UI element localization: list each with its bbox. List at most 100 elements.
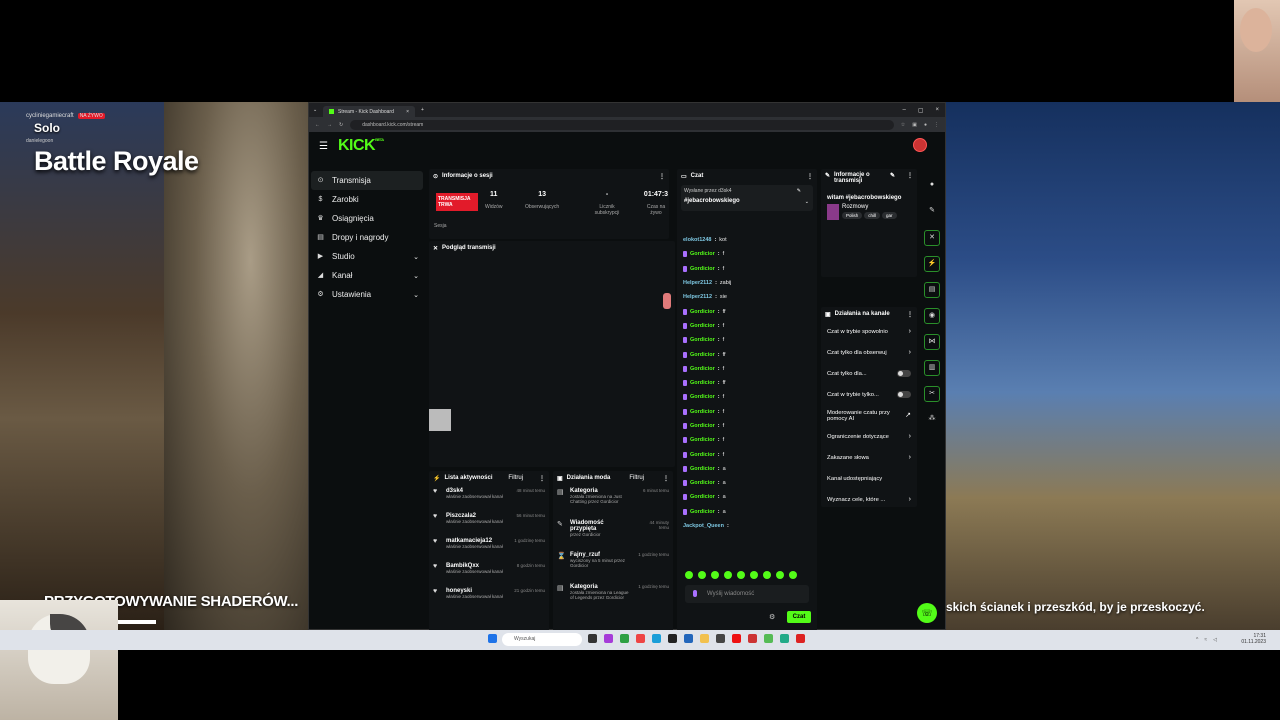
start-icon[interactable] bbox=[488, 634, 497, 643]
sidebar-item-dropy[interactable]: ▤ Dropy i nagrody bbox=[311, 228, 423, 247]
edit-icon[interactable]: ✎ bbox=[890, 172, 895, 179]
emote[interactable] bbox=[776, 571, 784, 579]
wifi-icon[interactable]: ≈ bbox=[1204, 637, 1207, 643]
action-restrictions[interactable]: Ograniczenie dotyczące › bbox=[821, 426, 917, 447]
printer-icon[interactable]: ▥ bbox=[924, 360, 940, 376]
sidebar-item-ustawienia[interactable]: ⚙ Ustawienia ⌄ bbox=[311, 285, 423, 304]
pin-icon[interactable]: ✎ bbox=[797, 188, 801, 194]
app-icon[interactable] bbox=[668, 634, 677, 643]
volume-icon[interactable]: ◁ bbox=[1213, 637, 1217, 643]
app-icon[interactable] bbox=[620, 634, 629, 643]
emote[interactable] bbox=[724, 571, 732, 579]
chat-username[interactable]: Gordicior bbox=[690, 466, 715, 472]
chat-username[interactable]: Gordicior bbox=[690, 251, 715, 257]
chat-username[interactable]: Gordicior bbox=[690, 494, 715, 500]
more-icon[interactable]: ⋮ bbox=[663, 475, 669, 482]
chat-username[interactable]: Gordicior bbox=[690, 423, 715, 429]
app-icon[interactable] bbox=[604, 634, 613, 643]
bookmark-star-icon[interactable]: ☆ bbox=[901, 122, 905, 128]
sidebar-item-kanal[interactable]: ◢ Kanał ⌄ bbox=[311, 266, 423, 285]
chat-username[interactable]: Helper2112 bbox=[683, 280, 712, 286]
profile-icon[interactable]: ● bbox=[924, 122, 927, 128]
chat-username[interactable]: Gordicior bbox=[690, 266, 715, 272]
extensions-icon[interactable]: ▣ bbox=[912, 122, 917, 128]
filter-button[interactable]: Filtruj bbox=[629, 475, 644, 481]
close-tab-icon[interactable]: × bbox=[406, 109, 409, 115]
chat-username[interactable]: Gordicior bbox=[690, 337, 715, 343]
app-icon[interactable] bbox=[716, 634, 725, 643]
emote[interactable] bbox=[711, 571, 719, 579]
minimize-icon[interactable]: – bbox=[902, 107, 905, 114]
app-icon[interactable] bbox=[780, 634, 789, 643]
maximize-icon[interactable]: ▢ bbox=[918, 107, 924, 114]
chat-input[interactable]: Wyślij wiadomość bbox=[685, 585, 809, 603]
action-banned-words[interactable]: Zakazane słowa › bbox=[821, 447, 917, 468]
chat-bubble-icon[interactable]: ◉ bbox=[924, 308, 940, 324]
lightning-icon[interactable]: ⚡ bbox=[924, 256, 940, 272]
edge-icon[interactable] bbox=[652, 634, 661, 643]
close-window-icon[interactable]: × bbox=[935, 107, 939, 114]
emote[interactable] bbox=[685, 571, 693, 579]
wrench-icon[interactable]: ✂ bbox=[924, 386, 940, 402]
taskbar-search[interactable]: Wyszukaj bbox=[502, 633, 582, 646]
action-goals[interactable]: Wyznacz cele, które ... › bbox=[821, 489, 917, 510]
hamburger-menu-icon[interactable]: ☰ bbox=[319, 141, 328, 152]
chat-username[interactable]: Helper2112 bbox=[683, 294, 712, 300]
chat-username[interactable]: elokot1248 bbox=[683, 237, 711, 243]
action-followers-only[interactable]: Czat tylko dla obserwuj › bbox=[821, 342, 917, 363]
app-icon[interactable] bbox=[684, 634, 693, 643]
chat-username[interactable]: Gordicior bbox=[690, 309, 715, 315]
document-icon[interactable]: ▤ bbox=[924, 282, 940, 298]
task-view-icon[interactable] bbox=[588, 634, 597, 643]
url-field[interactable]: dashboard.kick.com/stream bbox=[350, 119, 894, 130]
toggle-switch[interactable] bbox=[897, 391, 911, 398]
more-icon[interactable]: ⋮ bbox=[539, 475, 545, 482]
apps-icon[interactable]: ⁂ bbox=[924, 412, 940, 428]
app-icon[interactable] bbox=[764, 634, 773, 643]
forward-icon[interactable]: → bbox=[327, 122, 332, 128]
pencil-icon[interactable]: ✎ bbox=[924, 204, 940, 220]
new-tab-icon[interactable]: + bbox=[421, 107, 424, 113]
reload-icon[interactable]: ↻ bbox=[339, 122, 343, 128]
emote[interactable] bbox=[737, 571, 745, 579]
sidebar-item-osiagniecia[interactable]: ♛ Osiągnięcia bbox=[311, 209, 423, 228]
tab-menu-icon[interactable]: ⌄ bbox=[313, 107, 323, 113]
taskbar-clock[interactable]: 17:31 01.11.2023 bbox=[1241, 633, 1266, 645]
emote[interactable] bbox=[789, 571, 797, 579]
chat-username[interactable]: Gordicior bbox=[690, 366, 715, 372]
user-avatar[interactable] bbox=[913, 138, 927, 152]
more-icon[interactable]: ⋮ bbox=[807, 173, 813, 180]
action-shared-channel[interactable]: Kanał udostępniający bbox=[821, 468, 917, 489]
pinned-message[interactable]: Wysłane przez d3sk4 #jebacrobowskiego ✎ … bbox=[681, 185, 813, 211]
help-button[interactable]: ☏ bbox=[917, 603, 937, 623]
close-tool-icon[interactable]: ✕ bbox=[924, 230, 940, 246]
sidebar-item-transmisja[interactable]: ⊙ Transmisja bbox=[311, 171, 423, 190]
more-icon[interactable]: ⋮ bbox=[659, 173, 665, 180]
app-icon[interactable] bbox=[732, 634, 741, 643]
chevron-down-icon[interactable]: ⌄ bbox=[805, 199, 809, 205]
chat-username[interactable]: Gordicior bbox=[690, 380, 715, 386]
emote[interactable] bbox=[750, 571, 758, 579]
chat-username[interactable]: Gordicior bbox=[690, 323, 715, 329]
chrome-icon[interactable] bbox=[636, 634, 645, 643]
more-icon[interactable]: ⋮ bbox=[907, 172, 913, 179]
chat-username[interactable]: Gordicior bbox=[690, 437, 715, 443]
more-icon[interactable]: ⋮ bbox=[907, 311, 913, 318]
chat-username[interactable]: Gordicior bbox=[690, 509, 715, 515]
sidebar-item-zarobki[interactable]: $ Zarobki bbox=[311, 190, 423, 209]
info-icon[interactable]: ● bbox=[924, 178, 940, 194]
chat-username[interactable]: Jackpot_Queen bbox=[683, 523, 724, 529]
send-chat-button[interactable]: Czat bbox=[787, 611, 811, 623]
chat-username[interactable]: Gordicior bbox=[690, 452, 715, 458]
chat-username[interactable]: Gordicior bbox=[690, 394, 715, 400]
toggle-switch[interactable] bbox=[897, 370, 911, 377]
browser-menu-icon[interactable]: ⋮ bbox=[934, 122, 939, 128]
action-slow-mode[interactable]: Czat w trybie spowolnio › bbox=[821, 321, 917, 342]
filter-button[interactable]: Filtruj bbox=[508, 475, 523, 481]
tray-arrow-icon[interactable]: ^ bbox=[1196, 637, 1198, 643]
back-icon[interactable]: ← bbox=[315, 122, 320, 128]
emote[interactable] bbox=[763, 571, 771, 579]
action-ai-moderation[interactable]: Moderowanie czatu przy pomocy AI ↗ bbox=[821, 405, 917, 426]
sidebar-item-studio[interactable]: ▶ Studio ⌄ bbox=[311, 247, 423, 266]
browser-tab[interactable]: Stream - Kick Dashboard × bbox=[323, 106, 415, 117]
